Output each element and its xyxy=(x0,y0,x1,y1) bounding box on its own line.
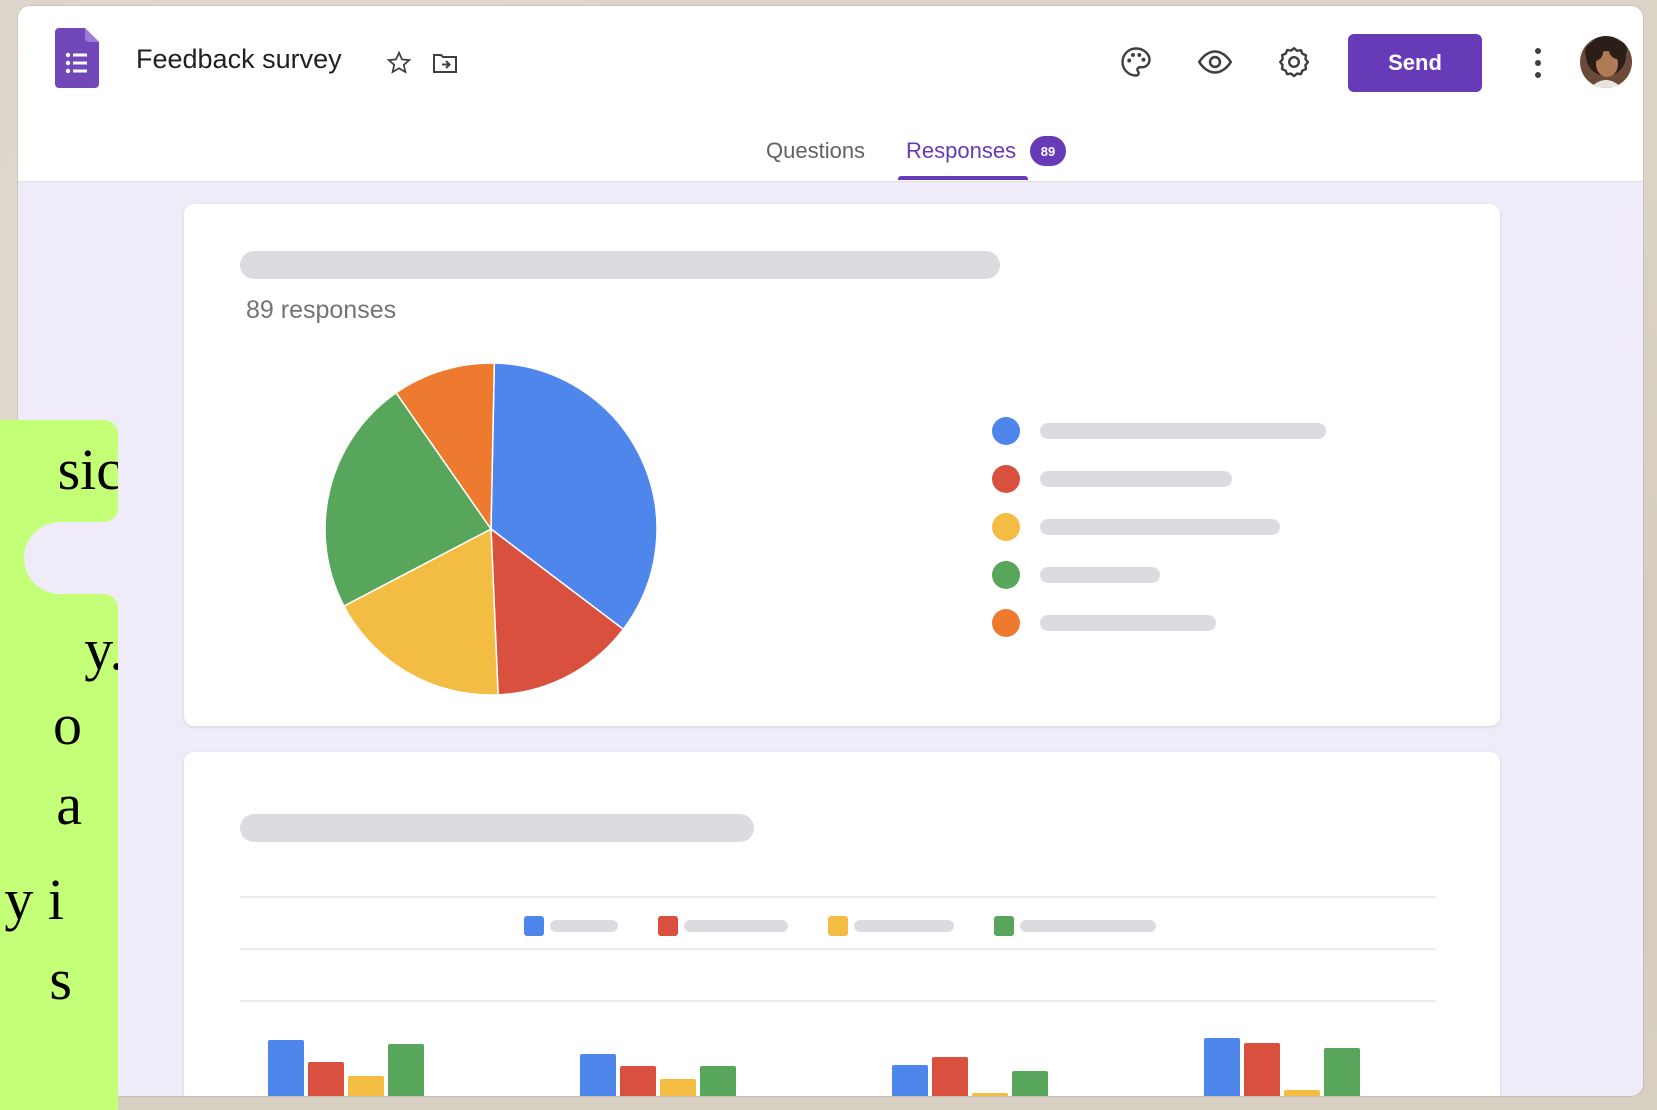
bar-legend-square-green xyxy=(994,916,1014,936)
overlay-text-line: sic xyxy=(57,437,118,502)
bar xyxy=(660,1079,696,1096)
bar-legend-label-placeholder xyxy=(550,920,618,932)
active-tab-indicator xyxy=(898,176,1028,180)
overlay-text-line: a xyxy=(56,772,82,837)
question-title-placeholder xyxy=(240,814,754,842)
overlay-text-line: y. xyxy=(84,617,118,682)
bar xyxy=(700,1066,736,1096)
bar-legend-label-placeholder xyxy=(854,920,954,932)
overlay-text-clip: sic y. o a y i s xyxy=(0,410,118,1110)
forms-logo-icon[interactable] xyxy=(55,28,99,88)
avatar[interactable] xyxy=(1580,36,1632,88)
legend-dot-yellow xyxy=(992,513,1020,541)
response-count: 89 responses xyxy=(246,296,397,324)
bar-chart xyxy=(268,1038,1360,1096)
bar xyxy=(268,1040,304,1096)
settings-gear-icon[interactable] xyxy=(1276,44,1312,80)
overlay-text-line: s xyxy=(49,947,72,1012)
bar xyxy=(1012,1071,1048,1096)
bar xyxy=(1284,1090,1320,1096)
app-header: Feedback survey Send Questions Responses… xyxy=(18,6,1643,182)
bar-legend-square-blue xyxy=(524,916,544,936)
legend-dot-red xyxy=(992,465,1020,493)
form-title[interactable]: Feedback survey xyxy=(136,44,342,75)
forms-window: Feedback survey Send Questions Responses… xyxy=(18,6,1643,1096)
bar xyxy=(308,1062,344,1096)
preview-eye-icon[interactable] xyxy=(1197,44,1233,80)
text-overlay-panel: sic y. o a y i s xyxy=(0,410,118,1110)
bar xyxy=(580,1054,616,1096)
more-vert-icon[interactable] xyxy=(1533,46,1543,80)
bar xyxy=(1244,1043,1280,1096)
gridline xyxy=(240,896,1436,898)
legend-label-placeholder xyxy=(1040,615,1216,631)
responses-count-badge: 89 xyxy=(1030,136,1066,166)
move-to-folder-icon[interactable] xyxy=(432,52,458,74)
question-title-placeholder xyxy=(240,251,1000,279)
legend-dot-green xyxy=(992,561,1020,589)
bar-legend-square-yellow xyxy=(828,916,848,936)
legend-dot-blue xyxy=(992,417,1020,445)
bar xyxy=(388,1044,424,1096)
bar-legend-label-placeholder xyxy=(1020,920,1156,932)
legend-dot-orange xyxy=(992,609,1020,637)
bar xyxy=(620,1066,656,1096)
summary-card-pie: 89 responses xyxy=(184,204,1500,726)
bar xyxy=(1324,1048,1360,1096)
star-icon[interactable] xyxy=(386,50,412,76)
legend-label-placeholder xyxy=(1040,423,1326,439)
summary-card-bar xyxy=(184,752,1500,1096)
palette-icon[interactable] xyxy=(1118,44,1154,80)
bar xyxy=(892,1065,928,1096)
tab-questions[interactable]: Questions xyxy=(766,138,865,164)
legend-label-placeholder xyxy=(1040,519,1280,535)
bar-legend-square-red xyxy=(658,916,678,936)
bar xyxy=(932,1057,968,1096)
tab-responses[interactable]: Responses xyxy=(906,138,1016,164)
gridline xyxy=(240,948,1436,950)
bar xyxy=(1204,1038,1240,1096)
pie-chart xyxy=(324,362,658,696)
legend-label-placeholder xyxy=(1040,471,1232,487)
bar-legend-label-placeholder xyxy=(684,920,788,932)
send-button[interactable]: Send xyxy=(1348,34,1482,92)
legend-label-placeholder xyxy=(1040,567,1160,583)
bar xyxy=(348,1076,384,1096)
